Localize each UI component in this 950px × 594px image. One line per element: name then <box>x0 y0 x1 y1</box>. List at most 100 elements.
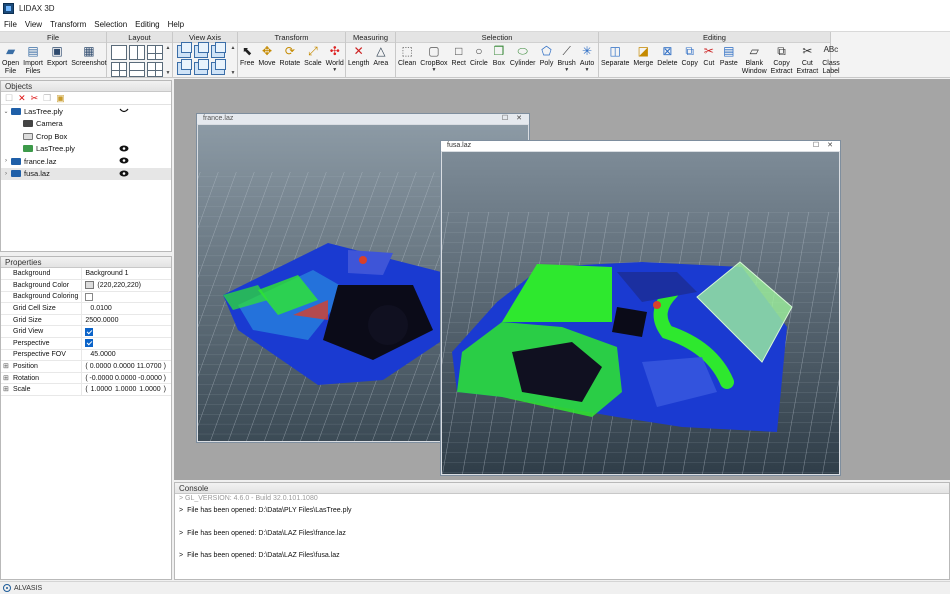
layout-scroll[interactable]: ▲ ▼ <box>165 45 171 76</box>
menu-transform[interactable]: Transform <box>46 20 90 29</box>
clean-button[interactable]: ⬚ Clean <box>396 45 418 68</box>
scale-button[interactable]: ⤢ Scale <box>302 45 324 68</box>
blank-window-button[interactable]: ▱ Blank Window <box>740 45 769 75</box>
copy-button[interactable]: ⧉ Copy <box>680 45 700 68</box>
view-left-icon[interactable] <box>211 42 226 58</box>
expand-icon[interactable]: ⊞ <box>3 362 9 370</box>
box-button[interactable]: ❒ Box <box>490 45 508 68</box>
cylinder-button[interactable]: ⬭ Cylinder <box>508 45 538 68</box>
tree-item[interactable]: › france.laz <box>1 155 171 168</box>
open-file-button[interactable]: ▰ Open File <box>0 45 21 75</box>
poly-button[interactable]: ⬠ Poly <box>538 45 556 68</box>
window-controls[interactable]: ☐ ✕ <box>502 114 525 124</box>
world-button[interactable]: ✣ World ▼ <box>324 45 346 73</box>
new-object-icon[interactable]: ☐ <box>5 93 13 103</box>
visibility-eye-icon[interactable] <box>119 107 129 114</box>
cropbox-button[interactable]: ▢ CropBox ▼ <box>418 45 449 73</box>
grid-cell-size-value[interactable]: 0.0100 <box>81 302 171 315</box>
scale-value[interactable]: (1.0000 1.0000 1.0000) <box>81 383 171 397</box>
cut-extract-button[interactable]: ✂ Cut Extract <box>794 45 820 75</box>
expand-down-icon[interactable]: ⌄ <box>1 108 11 115</box>
menu-file[interactable]: File <box>0 20 21 29</box>
menu-help[interactable]: Help <box>164 20 188 29</box>
move-button[interactable]: ✥ Move <box>256 45 277 68</box>
rect-button[interactable]: □ Rect <box>450 45 468 68</box>
visibility-eye-icon[interactable] <box>119 170 129 177</box>
visibility-eye-icon[interactable] <box>119 157 129 164</box>
expand-icon[interactable]: ⊞ <box>3 374 9 382</box>
background-coloring-checkbox[interactable] <box>85 292 94 301</box>
dropdown-caret-icon[interactable]: ▼ <box>585 67 590 73</box>
view-back-icon[interactable] <box>194 42 209 58</box>
remove-object-icon[interactable]: ✕ <box>18 93 26 103</box>
prop-key[interactable]: ⊞ Scale <box>1 383 83 397</box>
3d-viewport-fusa[interactable] <box>442 152 839 474</box>
layout-quad-button[interactable] <box>147 45 163 60</box>
menu-selection[interactable]: Selection <box>90 20 131 29</box>
prop-key: Grid Cell Size <box>1 302 83 315</box>
layout-single-button[interactable] <box>111 45 127 60</box>
separate-button[interactable]: ◫ Separate <box>599 45 631 68</box>
menu-view[interactable]: View <box>21 20 46 29</box>
view-top-icon[interactable] <box>194 59 209 75</box>
free-button[interactable]: ⬉ Free <box>238 45 256 68</box>
grid-view-checkbox[interactable] <box>85 327 94 336</box>
layout-horizontal-split-button[interactable] <box>129 62 145 77</box>
merge-button[interactable]: ◪ Merge <box>631 45 655 68</box>
dropdown-caret-icon[interactable]: ▼ <box>564 67 569 73</box>
prop-key[interactable]: ⊞ Rotation <box>1 372 83 385</box>
window-titlebar[interactable]: fusa.laz ☐ ✕ <box>441 141 840 151</box>
area-button[interactable]: △ Area <box>371 45 390 68</box>
dropdown-caret-icon[interactable]: ▼ <box>431 67 436 73</box>
tree-item[interactable]: › fusa.laz <box>1 167 171 180</box>
menu-editing[interactable]: Editing <box>131 20 163 29</box>
rotate-button[interactable]: ⟳ Rotate <box>278 45 303 68</box>
length-button[interactable]: ✕ Length <box>346 45 371 68</box>
tree-item[interactable]: LasTree.ply <box>1 143 171 156</box>
view-front-icon[interactable] <box>177 42 192 58</box>
cylinder-select-icon: ⬭ <box>517 44 528 59</box>
screenshot-button[interactable]: ▦ Screenshot <box>69 45 108 68</box>
copy-object-icon[interactable]: ❐ <box>43 93 51 103</box>
cut-object-icon[interactable]: ✂ <box>31 93 39 103</box>
copy-extract-button[interactable]: ⧉ Copy Extract <box>769 45 795 75</box>
layout-grid-button[interactable] <box>147 62 163 77</box>
view-right-icon[interactable] <box>177 59 192 75</box>
perspective-fov-value[interactable]: 45.0000 <box>81 349 171 362</box>
tree-item-label: Camera <box>36 119 63 129</box>
grid-size-value[interactable]: 2500.0000 <box>81 314 171 327</box>
dropdown-caret-icon[interactable]: ▼ <box>332 67 337 73</box>
layout-vertical-split-button[interactable] <box>129 45 145 60</box>
auto-button[interactable]: ✳ Auto ▼ <box>578 45 596 73</box>
class-label-button[interactable]: ᴬᴮᶜ Class Label <box>820 45 842 75</box>
tree-item[interactable]: ⌄ LasTree.ply <box>1 105 171 118</box>
console-log[interactable]: > GL_VERSION: 4.6.0 - Build 32.0.101.108… <box>175 494 949 576</box>
prop-key[interactable]: ⊞ Position <box>1 360 83 373</box>
view-bottom-icon[interactable] <box>211 59 226 75</box>
prop-background-value[interactable]: Background 1 <box>81 268 171 281</box>
tree-item[interactable]: Camera <box>1 118 171 131</box>
brush-button[interactable]: ⟋ Brush ▼ <box>556 45 578 73</box>
viewer-window-fusa[interactable]: fusa.laz ☐ ✕ <box>440 140 841 476</box>
expand-icon[interactable]: ⊞ <box>3 385 9 393</box>
cut-button[interactable]: ✂ Cut <box>700 45 718 68</box>
color-swatch[interactable] <box>85 281 95 290</box>
collapse-right-icon[interactable]: › <box>1 171 11 177</box>
layout-three-pane-button[interactable] <box>111 62 127 77</box>
window-controls[interactable]: ☐ ✕ <box>813 141 836 151</box>
import-files-button[interactable]: ▤ Import Files <box>21 45 45 75</box>
paste-object-icon[interactable]: ▣ <box>56 93 65 103</box>
position-value[interactable]: (0.0000 0.0000 11.0700) <box>81 360 171 373</box>
paste-button[interactable]: ▤ Paste <box>718 45 740 68</box>
visibility-eye-icon[interactable] <box>119 145 129 152</box>
view-axis-scroll[interactable]: ▲ ▼ <box>230 45 236 76</box>
circle-button[interactable]: ○ Circle <box>468 45 490 68</box>
perspective-checkbox[interactable] <box>85 339 94 348</box>
prop-background-color-value[interactable]: (220,220,220) <box>81 279 171 292</box>
tree-item[interactable]: Crop Box <box>1 130 171 143</box>
export-button[interactable]: ▣ Export <box>45 45 69 68</box>
window-titlebar[interactable]: france.laz ☐ ✕ <box>197 114 529 124</box>
collapse-right-icon[interactable]: › <box>1 158 11 164</box>
delete-button[interactable]: ⊠ Delete <box>655 45 679 68</box>
rotation-value[interactable]: (-0.0000 0.0000 -0.0000) <box>81 372 171 385</box>
